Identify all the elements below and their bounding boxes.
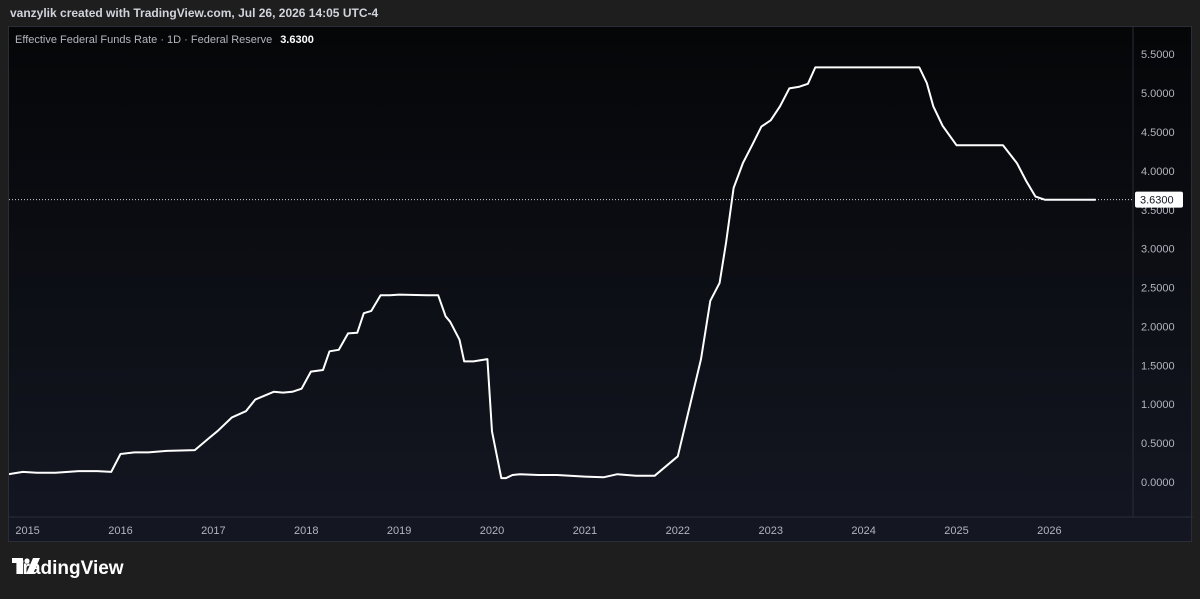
x-tick-label: 2019 <box>387 525 411 537</box>
x-tick-label: 2020 <box>480 525 504 537</box>
y-tick-label: 4.0000 <box>1141 166 1175 178</box>
y-tick-label: 0.5000 <box>1141 438 1175 450</box>
x-tick-label: 2018 <box>294 525 318 537</box>
tradingview-logo[interactable]: TradingView <box>12 558 124 580</box>
y-tick-label: 1.0000 <box>1141 399 1175 411</box>
x-tick-label: 2022 <box>666 525 690 537</box>
chart-title: Effective Federal Funds Rate · 1D · Fede… <box>15 34 272 46</box>
y-tick-label: 5.5000 <box>1141 49 1175 61</box>
y-tick-label: 5.0000 <box>1141 88 1175 100</box>
y-tick-label: 1.5000 <box>1141 360 1175 372</box>
chart-svg[interactable]: 0.0000 0.5000 1.0000 1.5000 2.0000 2.5000 3.00… <box>9 27 1193 543</box>
y-tick-label: 2.5000 <box>1141 283 1175 295</box>
x-tick-label: 2024 <box>851 525 875 537</box>
x-tick-label: 2016 <box>108 525 132 537</box>
last-value-badge-label: 3.6300 <box>1140 195 1174 207</box>
x-tick-label: 2025 <box>944 525 968 537</box>
chart-panel[interactable]: 0.0000 0.5000 1.0000 1.5000 2.0000 2.5000 3.00… <box>8 26 1193 543</box>
x-tick-label: 2023 <box>758 525 782 537</box>
legend-last-value: 3.6300 <box>280 34 314 46</box>
x-tick-label: 2021 <box>573 525 597 537</box>
tradingview-logo-icon <box>12 558 40 574</box>
y-tick-label: 4.5000 <box>1141 127 1175 139</box>
y-tick-label: 2.0000 <box>1141 321 1175 333</box>
y-tick-label: 3.0000 <box>1141 244 1175 256</box>
x-tick-label: 2015 <box>15 525 39 537</box>
x-tick-label: 2017 <box>201 525 225 537</box>
x-tick-label: 2026 <box>1037 525 1061 537</box>
chart-caption: vanzylik created with TradingView.com, J… <box>10 6 379 20</box>
series-line[interactable] <box>9 66 1096 480</box>
y-tick-label: 0.0000 <box>1141 477 1175 489</box>
